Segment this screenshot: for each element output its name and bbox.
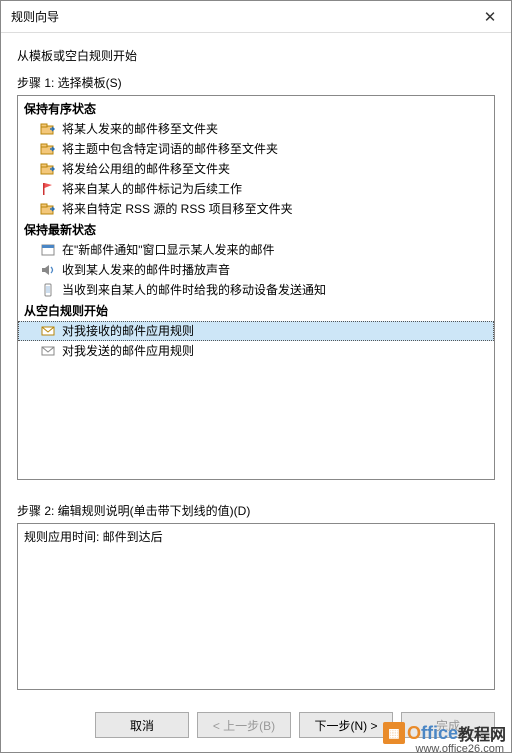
back-button[interactable]: < 上一步(B) [197,712,291,738]
template-item-rss[interactable]: 将来自特定 RSS 源的 RSS 项目移至文件夹 [18,199,494,219]
template-item-sent[interactable]: 对我发送的邮件应用规则 [18,341,494,361]
list-item-label: 在"新邮件通知"窗口显示某人发来的邮件 [62,241,275,259]
folder-move-icon [40,141,56,157]
list-item-label: 当收到来自某人的邮件时给我的移动设备发送通知 [62,281,326,299]
list-item-label: 收到某人发来的邮件时播放声音 [62,261,230,279]
list-item-label: 将发给公用组的邮件移至文件夹 [62,160,230,178]
group-header-blank: 从空白规则开始 [18,300,494,321]
list-item-label: 将来自某人的邮件标记为后续工作 [62,180,242,198]
close-icon: ✕ [484,8,497,26]
alert-window-icon [40,242,56,258]
template-item-sound[interactable]: 收到某人发来的邮件时播放声音 [18,260,494,280]
list-item-label: 对我发送的邮件应用规则 [62,342,194,360]
group-header-organized: 保持有序状态 [18,98,494,119]
envelope-out-icon [40,343,56,359]
template-item-move-from-person[interactable]: 将某人发来的邮件移至文件夹 [18,119,494,139]
list-item-label: 将主题中包含特定词语的邮件移至文件夹 [62,140,278,158]
step1-label: 步骤 1: 选择模板(S) [17,74,495,91]
folder-move-icon [40,161,56,177]
window-title: 规则向导 [11,8,59,25]
cancel-button[interactable]: 取消 [95,712,189,738]
step2-label: 步骤 2: 编辑规则说明(单击带下划线的值)(D) [17,502,495,519]
flag-icon [40,181,56,197]
rule-description-box[interactable]: 规则应用时间: 邮件到达后 [17,523,495,690]
list-item-label: 将来自特定 RSS 源的 RSS 项目移至文件夹 [62,200,293,218]
mobile-icon [40,282,56,298]
group-header-uptodate: 保持最新状态 [18,219,494,240]
list-item-label: 将某人发来的邮件移至文件夹 [62,120,218,138]
folder-move-icon [40,201,56,217]
title-bar: 规则向导 ✕ [1,1,511,33]
close-button[interactable]: ✕ [469,1,511,32]
template-listbox[interactable]: 保持有序状态 将某人发来的邮件移至文件夹 将主题中包含特定词语的邮件移至文件夹 … [17,95,495,480]
rules-wizard-dialog: 规则向导 ✕ 从模板或空白规则开始 步骤 1: 选择模板(S) 保持有序状态 将… [0,0,512,753]
template-item-mobile[interactable]: 当收到来自某人的邮件时给我的移动设备发送通知 [18,280,494,300]
template-item-received[interactable]: 对我接收的邮件应用规则 [18,321,494,341]
next-button[interactable]: 下一步(N) > [299,712,393,738]
template-item-move-group[interactable]: 将发给公用组的邮件移至文件夹 [18,159,494,179]
folder-move-icon [40,121,56,137]
template-item-flag[interactable]: 将来自某人的邮件标记为后续工作 [18,179,494,199]
finish-button[interactable]: 完成 [401,712,495,738]
intro-text: 从模板或空白规则开始 [17,47,495,64]
speaker-icon [40,262,56,278]
dialog-content: 从模板或空白规则开始 步骤 1: 选择模板(S) 保持有序状态 将某人发来的邮件… [1,33,511,700]
list-item-label: 对我接收的邮件应用规则 [62,322,194,340]
dialog-footer: 取消 < 上一步(B) 下一步(N) > 完成 [1,700,511,752]
rule-description-text: 规则应用时间: 邮件到达后 [24,530,163,544]
template-item-alert[interactable]: 在"新邮件通知"窗口显示某人发来的邮件 [18,240,494,260]
template-item-move-subject[interactable]: 将主题中包含特定词语的邮件移至文件夹 [18,139,494,159]
envelope-in-icon [40,323,56,339]
